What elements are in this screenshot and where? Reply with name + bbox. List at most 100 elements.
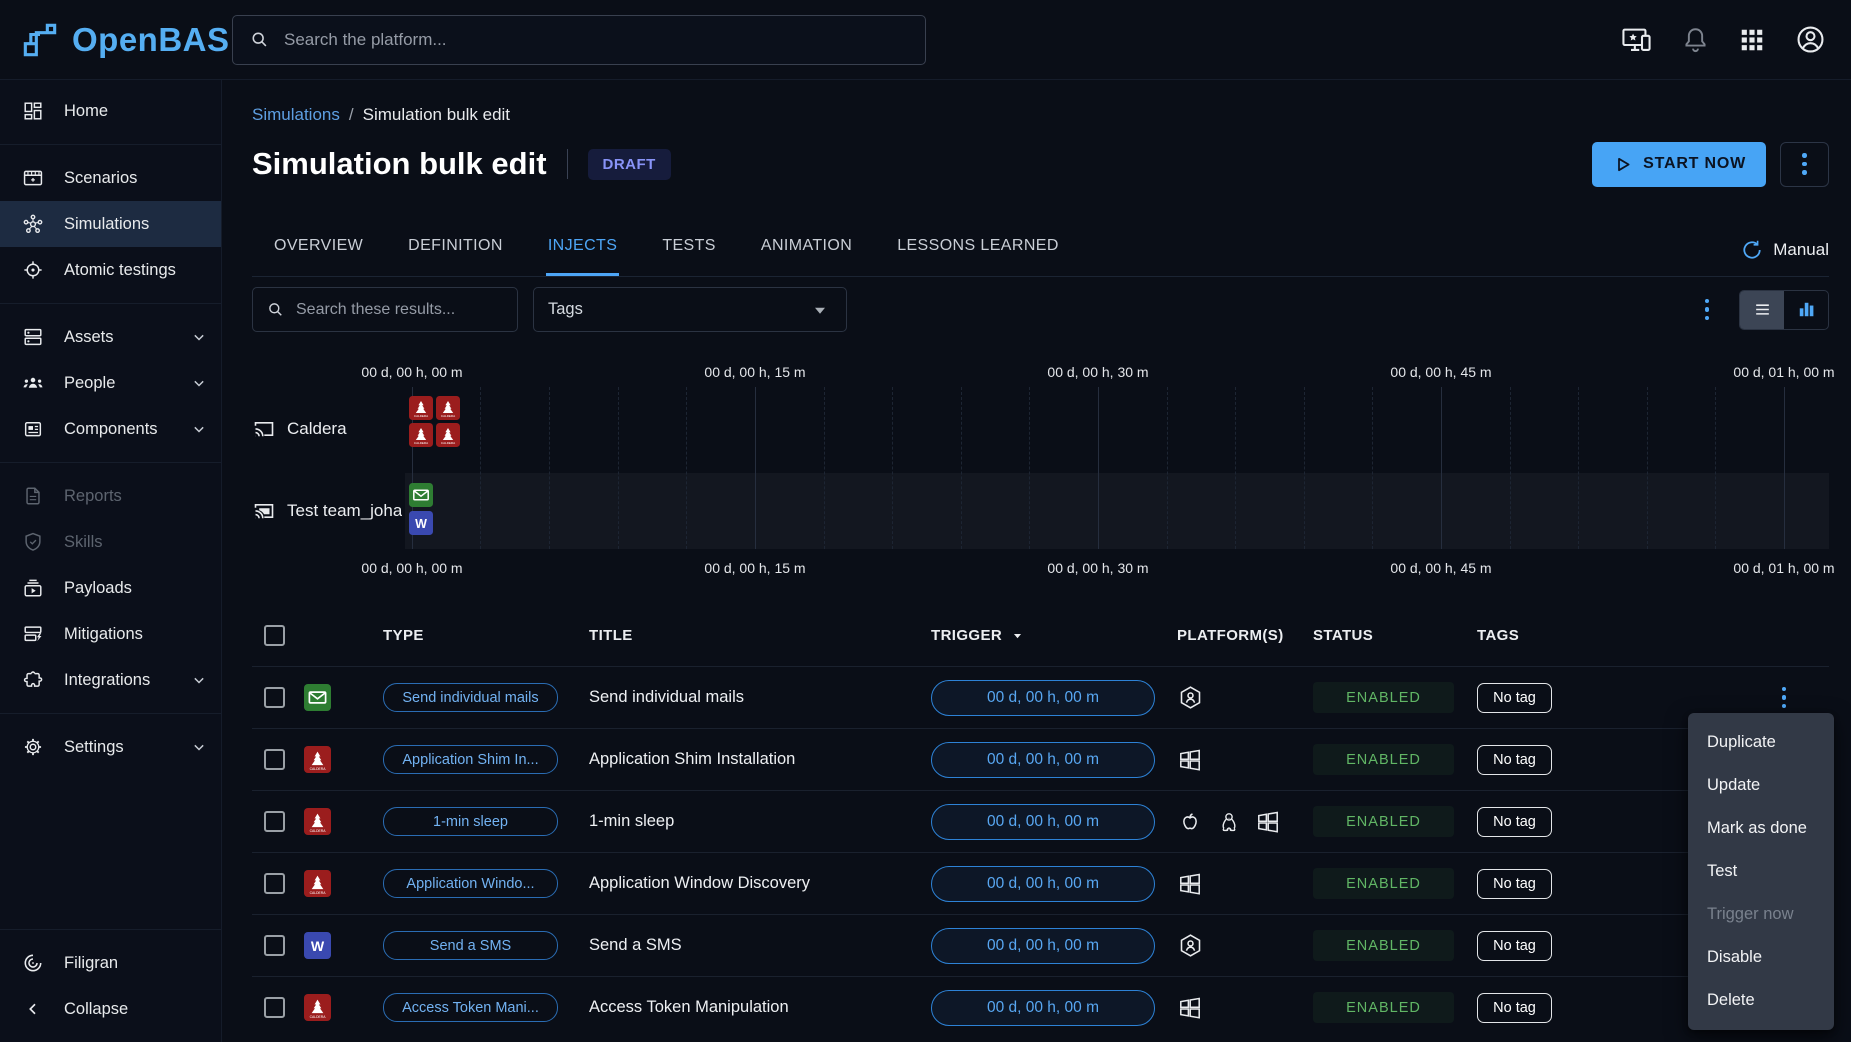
table-row[interactable]: Application Shim In... Application Shim … — [252, 728, 1829, 790]
email-inject-icon[interactable] — [409, 483, 433, 507]
sidebar-item-settings[interactable]: Settings — [0, 724, 221, 770]
distribution-view-button[interactable] — [1784, 291, 1828, 329]
inject-type-chip[interactable]: Access Token Mani... — [383, 993, 558, 1022]
trigger-chip[interactable]: 00 d, 00 h, 00 m — [931, 742, 1155, 778]
row-checkbox[interactable] — [264, 873, 285, 894]
row-checkbox[interactable] — [264, 687, 285, 708]
inject-type-chip[interactable]: Send individual mails — [383, 683, 558, 712]
status-badge: ENABLED — [1313, 806, 1454, 837]
sidebar-item-label: Skills — [64, 533, 209, 552]
trigger-chip[interactable]: 00 d, 00 h, 00 m — [931, 680, 1155, 716]
platforms-cell — [1177, 747, 1313, 773]
caldera-type-icon — [304, 994, 331, 1021]
tab-overview[interactable]: OVERVIEW — [272, 237, 365, 276]
timeline-gridline-minor — [961, 387, 962, 549]
sidebar-collapse-button[interactable]: Collapse — [0, 986, 221, 1032]
list-view-button[interactable] — [1740, 291, 1784, 329]
start-now-label: START NOW — [1643, 155, 1746, 173]
trigger-chip[interactable]: 00 d, 00 h, 00 m — [931, 928, 1155, 964]
row-checkbox[interactable] — [264, 749, 285, 770]
menu-item-disable[interactable]: Disable — [1688, 936, 1834, 979]
sidebar-item-atomic-testings[interactable]: Atomic testings — [0, 247, 221, 293]
menu-item-duplicate[interactable]: Duplicate — [1688, 721, 1834, 764]
results-search-input[interactable] — [296, 301, 504, 319]
sidebar-item-simulations[interactable]: Simulations — [0, 201, 221, 247]
breadcrumb-simulations-link[interactable]: Simulations — [252, 105, 340, 125]
trigger-chip[interactable]: 00 d, 00 h, 00 m — [931, 804, 1155, 840]
table-row[interactable]: Access Token Mani... Access Token Manipu… — [252, 976, 1829, 1038]
sidebar-item-filigran[interactable]: Filigran — [0, 940, 221, 986]
sidebar-item-integrations[interactable]: Integrations — [0, 657, 221, 703]
inject-type-chip[interactable]: Send a SMS — [383, 931, 558, 960]
table-header-row: TYPE TITLE TRIGGER PLATFORM(S) STATUS TA… — [252, 604, 1829, 666]
filter-bar: Tags — [252, 287, 1829, 332]
play-icon — [1612, 154, 1633, 175]
timeline-gridline-minor — [1510, 387, 1511, 549]
menu-item-update[interactable]: Update — [1688, 764, 1834, 807]
start-now-button[interactable]: START NOW — [1592, 142, 1766, 187]
row-checkbox[interactable] — [264, 935, 285, 956]
table-row[interactable]: Send a SMS Send a SMS 00 d, 00 h, 00 m E… — [252, 914, 1829, 976]
menu-item-delete[interactable]: Delete — [1688, 979, 1834, 1022]
gear-icon — [22, 736, 44, 758]
caldera-inject-icon[interactable] — [436, 423, 460, 447]
devices-icon[interactable] — [1620, 23, 1653, 56]
row-checkbox[interactable] — [264, 997, 285, 1018]
openbas-logo[interactable]: OpenBAS — [18, 18, 222, 62]
inject-type-chip[interactable]: Application Windo... — [383, 869, 558, 898]
caldera-inject-icon[interactable] — [436, 396, 460, 420]
topbar-icons — [1620, 23, 1827, 56]
account-icon[interactable] — [1794, 23, 1827, 56]
trigger-chip[interactable]: 00 d, 00 h, 00 m — [931, 866, 1155, 902]
menu-item-mark-as-done[interactable]: Mark as done — [1688, 807, 1834, 850]
table-row[interactable]: 1-min sleep 1-min sleep 00 d, 00 h, 00 m… — [252, 790, 1829, 852]
caldera-inject-icon[interactable] — [409, 396, 433, 420]
row-checkbox[interactable] — [264, 811, 285, 832]
timeline-row-caldera: Caldera — [252, 417, 347, 441]
column-status: STATUS — [1313, 627, 1477, 644]
menu-item-test[interactable]: Test — [1688, 850, 1834, 893]
tab-injects[interactable]: INJECTS — [546, 237, 619, 276]
tab-definition[interactable]: DEFINITION — [406, 237, 505, 276]
kebab-icon — [1705, 299, 1710, 321]
caldera-inject-icon[interactable] — [409, 423, 433, 447]
tag-chip: No tag — [1477, 807, 1552, 837]
notifications-icon[interactable] — [1681, 25, 1710, 54]
caldera-type-icon — [304, 870, 331, 897]
sidebar-item-mitigations[interactable]: Mitigations — [0, 611, 221, 657]
platform-search[interactable] — [232, 15, 926, 65]
column-trigger[interactable]: TRIGGER — [931, 627, 1177, 644]
sidebar-item-components[interactable]: Components — [0, 406, 221, 452]
sort-desc-icon — [1009, 627, 1026, 644]
platforms-cell — [1177, 871, 1313, 897]
inject-type-chip[interactable]: 1-min sleep — [383, 807, 558, 836]
sidebar-item-payloads[interactable]: Payloads — [0, 565, 221, 611]
status-badge: ENABLED — [1313, 682, 1454, 713]
filter-kebab-button[interactable] — [1705, 299, 1710, 321]
table-row[interactable]: Send individual mails Send individual ma… — [252, 666, 1829, 728]
windows-platform-icon — [1255, 809, 1281, 835]
results-search[interactable] — [252, 287, 518, 332]
tags-filter-select[interactable]: Tags — [533, 287, 847, 332]
table-row[interactable]: Application Windo... Application Window … — [252, 852, 1829, 914]
sms-inject-icon[interactable] — [409, 511, 433, 535]
sidebar-item-scenarios[interactable]: Scenarios — [0, 155, 221, 201]
tab-tests[interactable]: TESTS — [660, 237, 718, 276]
row-kebab-button[interactable] — [1782, 687, 1787, 709]
inject-type-chip[interactable]: Application Shim In... — [383, 745, 558, 774]
sms-type-icon — [304, 932, 331, 959]
trigger-chip[interactable]: 00 d, 00 h, 00 m — [931, 990, 1155, 1026]
timeline-tick-label: 00 d, 00 h, 15 m — [704, 364, 805, 380]
tab-animation[interactable]: ANIMATION — [759, 237, 854, 276]
timeline-gridline-minor — [1235, 387, 1236, 549]
sidebar-item-home[interactable]: Home — [0, 88, 221, 134]
select-all-checkbox[interactable] — [264, 625, 285, 646]
update-mode-control[interactable]: Manual — [1740, 238, 1829, 276]
sidebar-item-people[interactable]: People — [0, 360, 221, 406]
simulation-kebab-button[interactable] — [1780, 142, 1829, 187]
injects-table: TYPE TITLE TRIGGER PLATFORM(S) STATUS TA… — [252, 604, 1829, 1038]
platform-search-input[interactable] — [284, 30, 909, 50]
sidebar-item-assets[interactable]: Assets — [0, 314, 221, 360]
tab-lessons-learned[interactable]: LESSONS LEARNED — [895, 237, 1061, 276]
apps-icon[interactable] — [1738, 26, 1766, 54]
